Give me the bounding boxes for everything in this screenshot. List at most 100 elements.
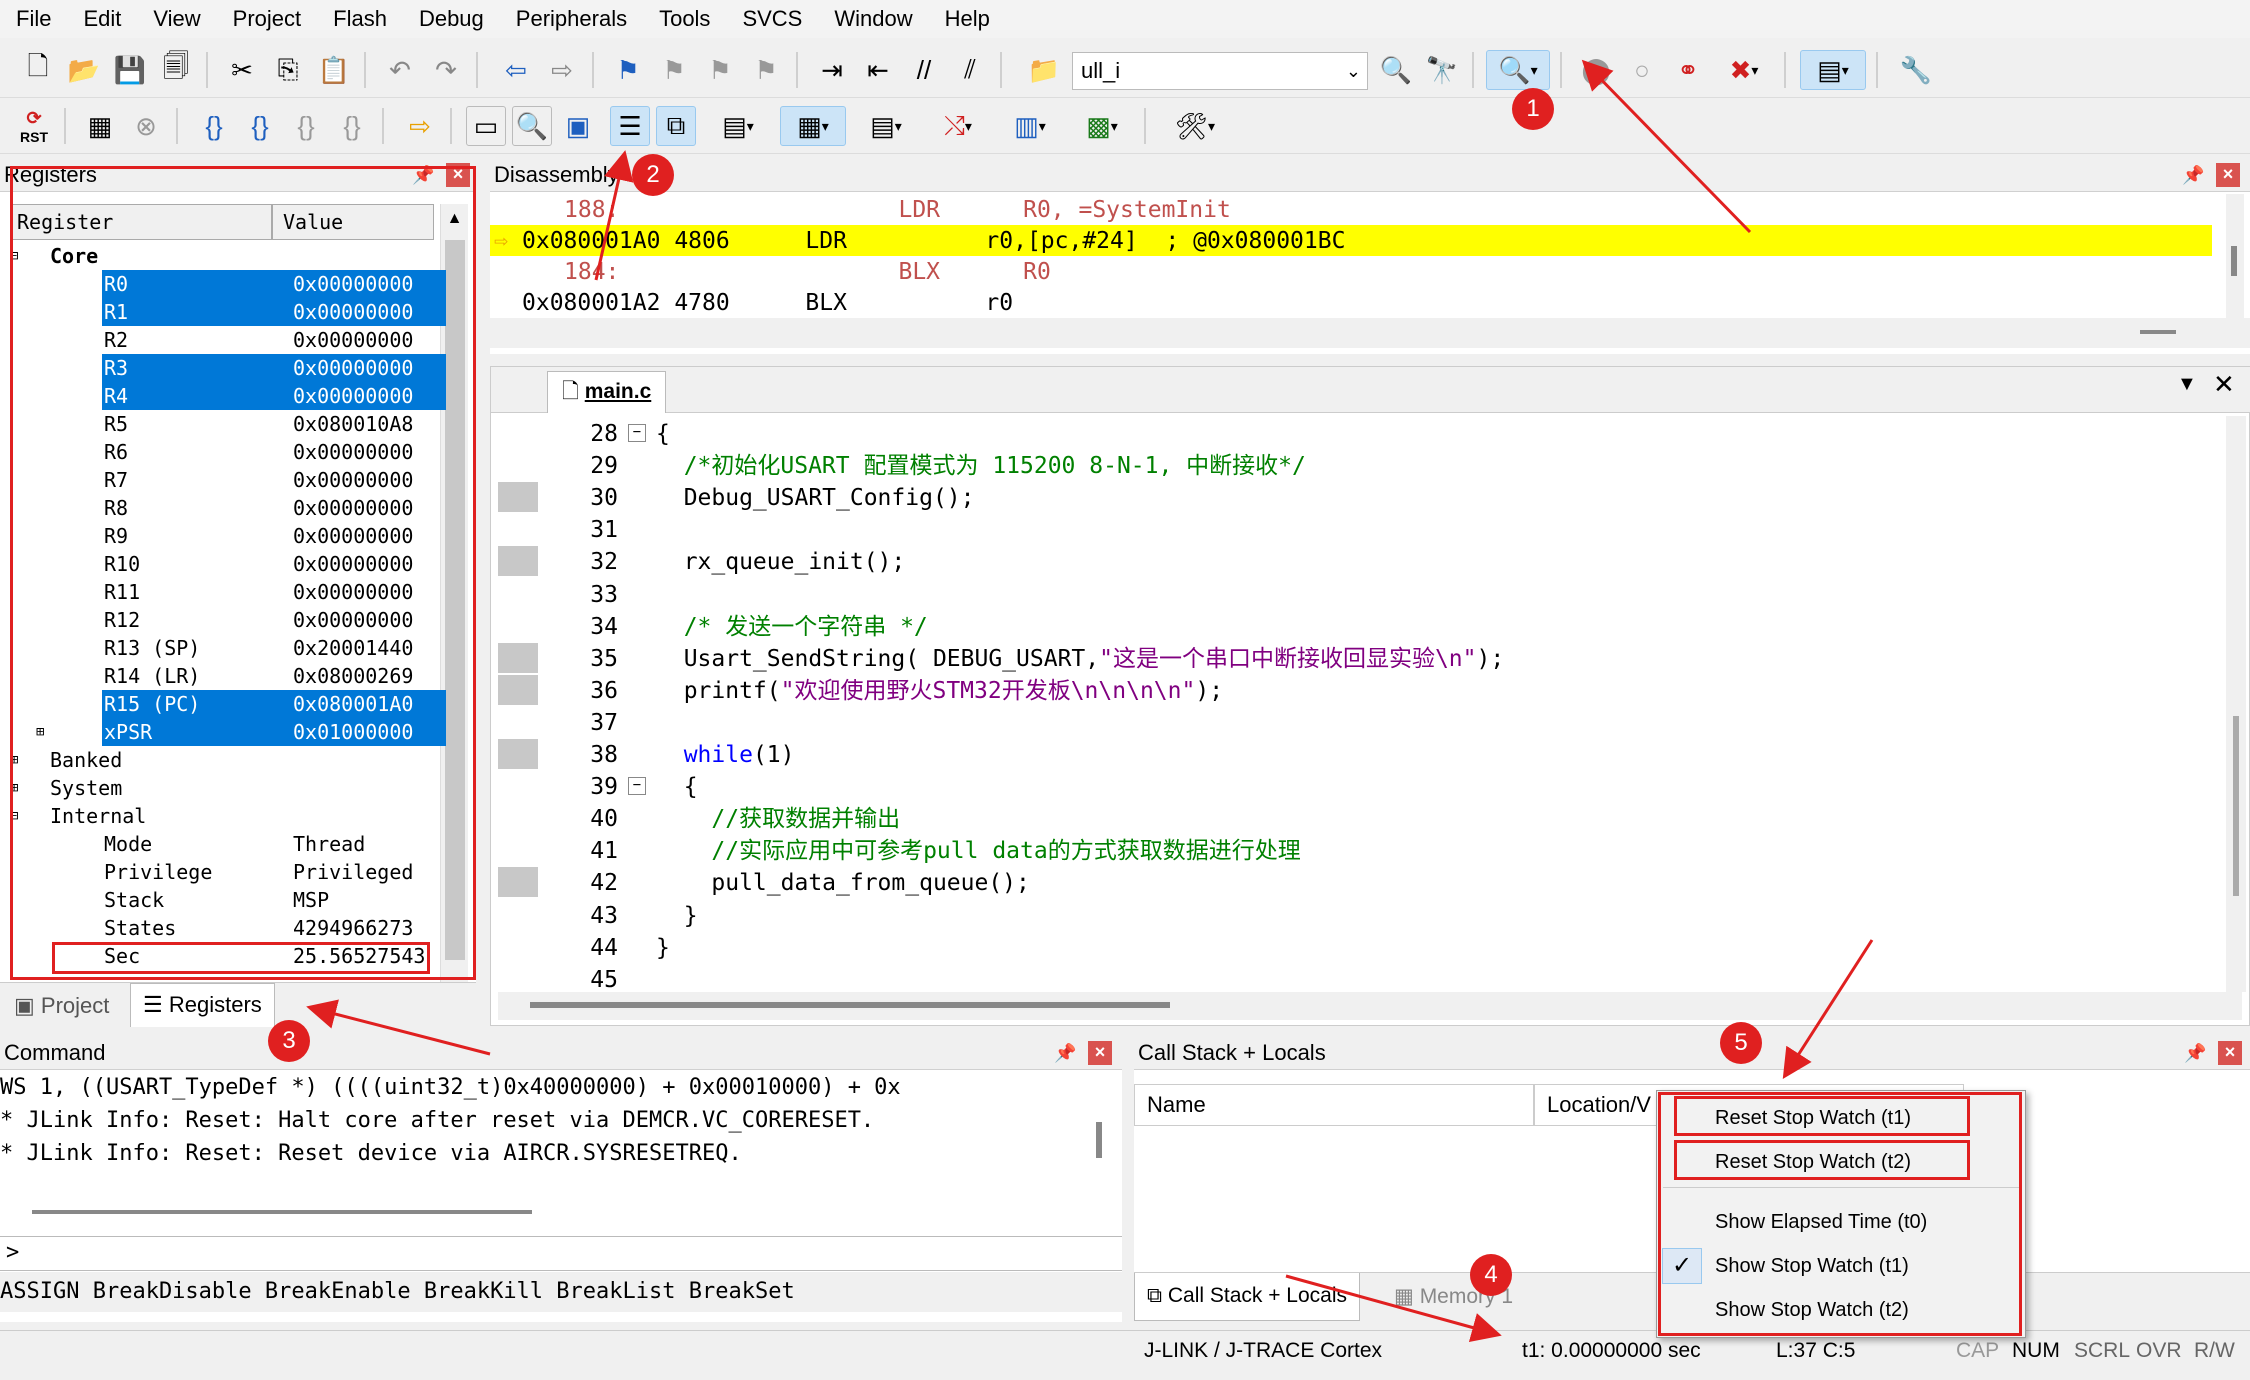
disassembly-line[interactable]: 0x080001A2 4780 BLX r0 bbox=[490, 287, 2212, 318]
tab-main-c[interactable]: 🗋 main.c bbox=[547, 371, 667, 413]
scroll-thumb[interactable] bbox=[445, 240, 465, 960]
register-value[interactable]: 0x00000000 bbox=[291, 354, 446, 382]
internal-row[interactable]: Sec 25.56527543 bbox=[8, 942, 438, 970]
register-row[interactable]: R13 (SP) 0x20001440 bbox=[8, 634, 438, 662]
register-value[interactable]: 0x080010A8 bbox=[291, 410, 446, 438]
disassembly-scrollbar[interactable] bbox=[2226, 194, 2244, 318]
step-out-icon[interactable]: {} bbox=[286, 106, 326, 146]
menu-debug[interactable]: Debug bbox=[403, 0, 500, 38]
undo-icon[interactable]: ↶ bbox=[380, 50, 420, 90]
menu-show-elapsed-t0[interactable]: Show Elapsed Time (t0) bbox=[1715, 1204, 1927, 1240]
register-value[interactable]: 0x00000000 bbox=[291, 298, 446, 326]
register-row[interactable]: R3 0x00000000 bbox=[8, 354, 446, 382]
col-header-register[interactable]: Register bbox=[12, 204, 272, 240]
expand-icon[interactable]: ⊞ bbox=[10, 746, 18, 774]
nav-forward-icon[interactable]: ⇨ bbox=[542, 50, 582, 90]
register-value[interactable]: 0x00000000 bbox=[291, 438, 446, 466]
close-icon[interactable]: × bbox=[1088, 1041, 1112, 1065]
new-file-icon[interactable]: 🗋 bbox=[18, 50, 58, 90]
command-window-icon[interactable]: ▭ bbox=[466, 106, 506, 146]
register-row[interactable]: R4 0x00000000 bbox=[8, 382, 446, 410]
toolbox-button[interactable]: 🛠 ▾ bbox=[1162, 106, 1228, 146]
pin-icon[interactable]: 📌 bbox=[412, 158, 434, 192]
close-icon[interactable]: ✕ bbox=[2213, 369, 2235, 400]
disassembly-window-icon[interactable]: 🔍 bbox=[512, 106, 552, 146]
trace-window-button[interactable]: ▥ ▾ bbox=[1000, 106, 1060, 146]
register-value[interactable]: 4294966273 bbox=[291, 914, 446, 942]
debug-session-button[interactable]: 🔍 ▾ bbox=[1486, 50, 1550, 90]
menu-project[interactable]: Project bbox=[217, 0, 317, 38]
configure-icon[interactable]: 🔧 bbox=[1896, 50, 1936, 90]
find-combo[interactable]: ull_i ⌄ bbox=[1072, 52, 1368, 90]
group-core[interactable]: ⊟ Core bbox=[8, 242, 438, 270]
tab-callstack-locals[interactable]: ⧉ Call Stack + Locals bbox=[1134, 1273, 1361, 1321]
collapse-icon[interactable]: ⊟ bbox=[10, 802, 18, 830]
group-system[interactable]: ⊞ System bbox=[8, 774, 438, 802]
menu-tools[interactable]: Tools bbox=[643, 0, 726, 38]
menu-file[interactable]: File bbox=[0, 0, 67, 38]
register-row[interactable]: R1 0x00000000 bbox=[8, 298, 446, 326]
registers-window-icon[interactable]: ☰ bbox=[610, 106, 650, 146]
status-stopwatch[interactable]: t1: 0.00000000 sec bbox=[1522, 1334, 1701, 1368]
register-row[interactable]: R2 0x00000000 bbox=[8, 326, 438, 354]
menu-svcs[interactable]: SVCS bbox=[726, 0, 818, 38]
incremental-find-icon[interactable]: 🔭 bbox=[1422, 50, 1462, 90]
disassembly-line[interactable]: ⇨ 0x080001A0 4806 LDR r0,[pc,#24] ; @0x08… bbox=[490, 225, 2212, 256]
register-row[interactable]: R9 0x00000000 bbox=[8, 522, 438, 550]
menu-reset-stopwatch-t1[interactable]: Reset Stop Watch (t1) bbox=[1715, 1100, 1911, 1136]
show-next-statement-icon[interactable]: ⇨ bbox=[400, 106, 440, 146]
stop-icon[interactable]: ⊗ bbox=[126, 106, 166, 146]
menu-help[interactable]: Help bbox=[929, 0, 1006, 38]
register-row[interactable]: R5 0x080010A8 bbox=[8, 410, 438, 438]
register-value[interactable]: 0x00000000 bbox=[291, 270, 446, 298]
register-row[interactable]: R6 0x00000000 bbox=[8, 438, 438, 466]
command-hscroll-thumb[interactable] bbox=[32, 1210, 532, 1214]
col-header-value[interactable]: Value bbox=[272, 204, 434, 240]
save-all-icon[interactable]: 🗐 bbox=[156, 50, 196, 90]
pin-icon[interactable]: 📌 bbox=[2184, 1036, 2206, 1070]
insert-breakpoint-icon[interactable]: ⬤ bbox=[1576, 50, 1616, 90]
menu-window[interactable]: Window bbox=[818, 0, 928, 38]
analysis-window-button[interactable]: ⤭ ▾ bbox=[928, 106, 988, 146]
tab-list-chevron-icon[interactable]: ▼ bbox=[2177, 373, 2197, 396]
symbols-window-icon[interactable]: ▣ bbox=[558, 106, 598, 146]
serial-window-button[interactable]: ▤ ▾ bbox=[856, 106, 916, 146]
tab-project[interactable]: ▣ Project bbox=[4, 987, 119, 1025]
comment-icon[interactable]: // bbox=[904, 50, 944, 90]
nav-back-icon[interactable]: ⇦ bbox=[496, 50, 536, 90]
menu-flash[interactable]: Flash bbox=[317, 0, 403, 38]
bookmark-icon[interactable]: ⚑ bbox=[608, 50, 648, 90]
internal-row[interactable]: Privilege Privileged bbox=[8, 858, 438, 886]
open-file-icon[interactable]: 📂 bbox=[64, 50, 104, 90]
menu-show-stopwatch-t2[interactable]: Show Stop Watch (t2) bbox=[1715, 1292, 1909, 1328]
register-row[interactable]: R7 0x00000000 bbox=[8, 466, 438, 494]
enable-breakpoint-icon[interactable]: ○ bbox=[1622, 50, 1662, 90]
memory-window-button[interactable]: ▦ ▾ bbox=[780, 106, 846, 146]
register-value[interactable]: 0x00000000 bbox=[291, 466, 446, 494]
menu-reset-stopwatch-t2[interactable]: Reset Stop Watch (t2) bbox=[1715, 1144, 1911, 1180]
disassembly-line[interactable]: 184: BLX R0 bbox=[490, 256, 2212, 287]
register-value[interactable]: 0x00000000 bbox=[291, 494, 446, 522]
unindent-icon[interactable]: ⇤ bbox=[858, 50, 898, 90]
register-row[interactable]: R8 0x00000000 bbox=[8, 494, 438, 522]
register-value[interactable]: 0x080001A0 bbox=[291, 690, 446, 718]
menu-peripherals[interactable]: Peripherals bbox=[500, 0, 643, 38]
command-vscroll-thumb[interactable] bbox=[1096, 1122, 1102, 1158]
close-icon[interactable]: × bbox=[2216, 163, 2240, 187]
redo-icon[interactable]: ↷ bbox=[426, 50, 466, 90]
register-value[interactable]: 0x20001440 bbox=[291, 634, 446, 662]
internal-row[interactable]: Stack MSP bbox=[8, 886, 438, 914]
prev-bookmark-icon[interactable]: ⚑ bbox=[654, 50, 694, 90]
group-banked[interactable]: ⊞ Banked bbox=[8, 746, 438, 774]
find-icon[interactable]: 🔍 bbox=[1376, 50, 1416, 90]
menu-edit[interactable]: Edit bbox=[67, 0, 137, 38]
register-row[interactable]: R11 0x00000000 bbox=[8, 578, 438, 606]
close-icon[interactable]: × bbox=[2218, 1041, 2242, 1065]
pin-icon[interactable]: 📌 bbox=[2182, 158, 2204, 192]
editor-vscroll-thumb[interactable] bbox=[2233, 716, 2239, 896]
step-into-icon[interactable]: {} bbox=[194, 106, 234, 146]
collapse-icon[interactable]: ⊟ bbox=[10, 242, 18, 270]
uncomment-icon[interactable]: ⫽ bbox=[950, 50, 990, 90]
register-value[interactable]: 0x01000000 bbox=[291, 718, 446, 746]
register-row[interactable]: R0 0x00000000 bbox=[8, 270, 446, 298]
